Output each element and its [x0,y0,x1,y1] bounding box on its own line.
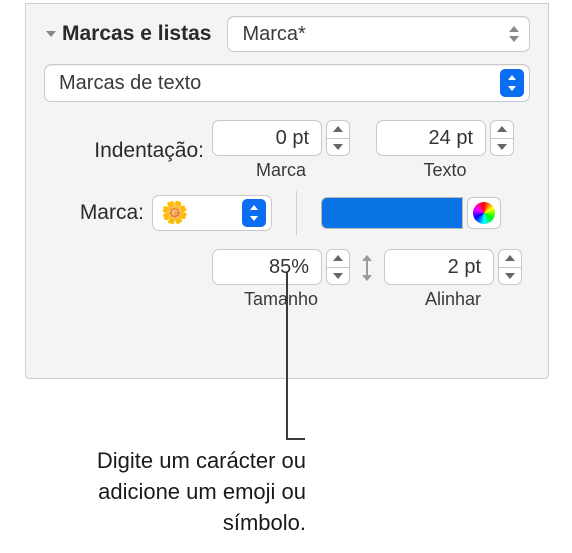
bullet-type-row: Marcas de texto [44,64,530,102]
stepper-down-button[interactable] [326,268,350,286]
list-style-value: Marca* [228,23,499,46]
list-style-popup[interactable]: Marca* [227,16,530,52]
callout-leader-end [287,438,305,440]
align-field[interactable] [384,249,494,285]
section-header-row: Marcas e listas Marca* [44,16,530,52]
align-sublabel: Alinhar [425,289,481,310]
indent-texto-field[interactable] [376,120,486,156]
color-picker-button[interactable] [467,197,501,229]
bullet-color-controls [321,197,501,229]
indent-texto-sublabel: Texto [423,160,466,181]
updown-icon [500,69,524,97]
stepper-up-button[interactable] [498,249,522,268]
color-wheel-icon [473,202,495,224]
indent-row: Indentação: Marca [44,120,530,181]
indent-marca-sublabel: Marca [256,160,306,181]
bullet-emoji: 🌼 [153,200,242,226]
bullet-type-popup[interactable]: Marcas de texto [44,64,530,102]
disclosure-triangle-icon[interactable] [44,27,58,41]
indent-texto-group: Texto [376,120,514,181]
stepper-up-button[interactable] [490,120,514,139]
section-title: Marcas e listas [62,22,211,46]
align-group: Alinhar [384,249,522,310]
vertical-align-icon [350,249,384,281]
size-sublabel: Tamanho [244,289,318,310]
stepper-down-button[interactable] [490,139,514,157]
stepper-up-button[interactable] [326,120,350,139]
indent-marca-group: Marca [212,120,350,181]
marca-row: Marca: 🌼 [44,191,530,235]
marca-label: Marca: [44,201,152,225]
updown-icon [499,25,529,43]
indent-label: Indentação: [44,139,212,163]
bullet-character-popup[interactable]: 🌼 [152,195,272,231]
stepper-up-button[interactable] [326,249,350,268]
updown-icon [242,199,266,227]
color-swatch[interactable] [321,197,463,229]
bullet-type-value: Marcas de texto [45,72,500,95]
stepper-down-button[interactable] [498,268,522,286]
vertical-divider [296,191,297,235]
callout-leader-line [286,272,288,440]
stepper-down-button[interactable] [326,139,350,157]
size-group: Tamanho [212,249,350,310]
indent-marca-field[interactable] [212,120,322,156]
size-field[interactable] [212,249,322,285]
callout-text: Digite um carácter ou adicione um emoji … [60,446,306,538]
indent-steppers: Marca Texto [212,120,514,181]
